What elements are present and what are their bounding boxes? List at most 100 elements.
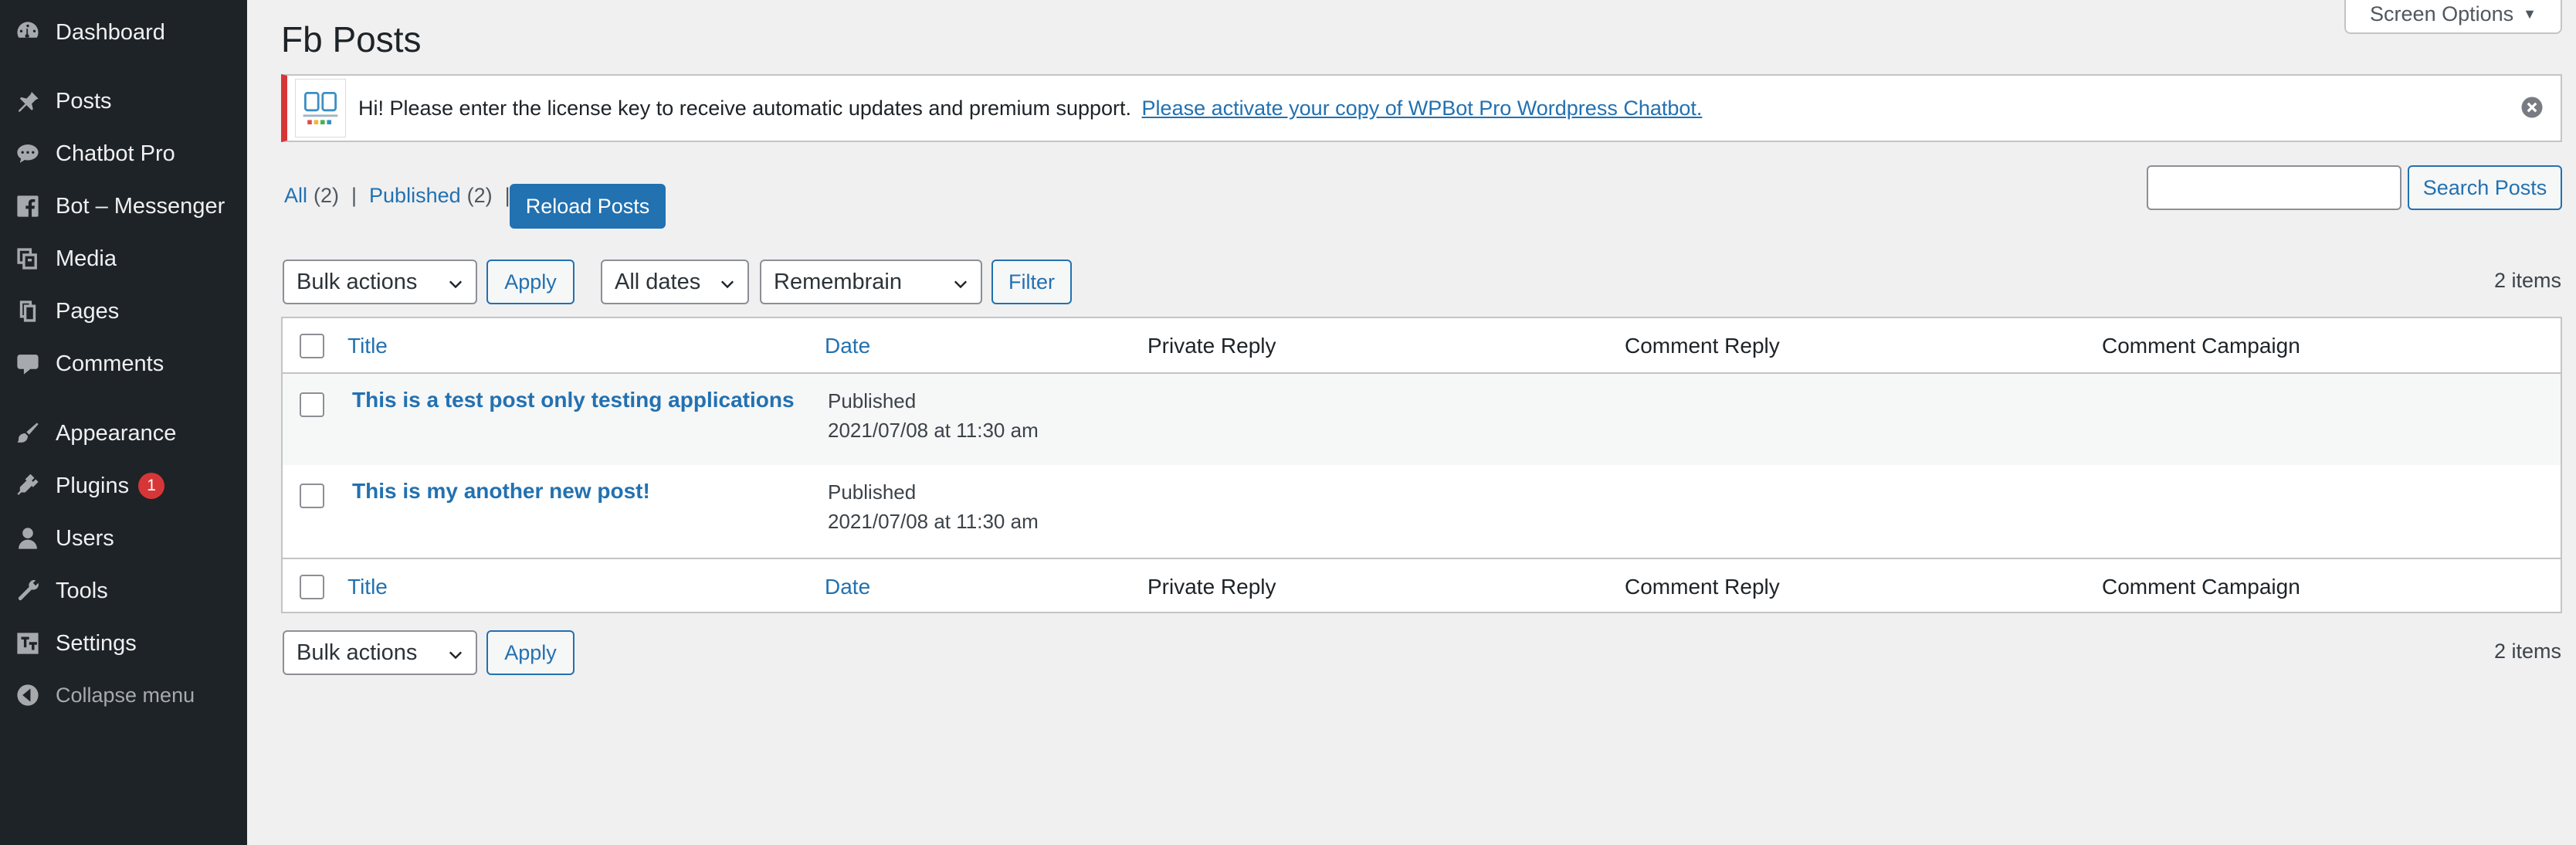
- table-row: This is a test post only testing applica…: [283, 374, 2561, 465]
- view-all-link[interactable]: All: [284, 184, 307, 208]
- column-comment-campaign: Comment Campaign: [2102, 334, 2300, 358]
- bulk-actions-value: Bulk actions: [297, 640, 418, 665]
- sidebar-item-label: Posts: [56, 88, 112, 114]
- column-private-reply-footer: Private Reply: [1147, 575, 1276, 599]
- select-all-checkbox[interactable]: [300, 334, 324, 358]
- update-count-badge: 1: [138, 473, 165, 499]
- settings-icon: [12, 628, 43, 659]
- post-date: 2021/07/08 at 11:30 am: [828, 419, 1039, 442]
- items-count-top: 2 items: [2494, 269, 2562, 292]
- search-posts-button[interactable]: Search Posts: [2408, 165, 2562, 210]
- sidebar-item-users[interactable]: Users: [0, 514, 247, 563]
- post-title-link[interactable]: This is a test post only testing applica…: [352, 388, 795, 412]
- column-date-sort[interactable]: Date: [825, 334, 870, 358]
- sidebar-item-plugins[interactable]: Plugins 1: [0, 461, 247, 511]
- column-title-sort-footer[interactable]: Title: [347, 575, 388, 599]
- dismiss-notice-icon[interactable]: [2519, 94, 2545, 120]
- sidebar-item-label: Media: [56, 246, 117, 271]
- view-published-count: (2): [466, 184, 493, 207]
- bulk-actions-value: Bulk actions: [297, 269, 418, 294]
- chevron-down-icon: [446, 274, 465, 293]
- view-published-link[interactable]: Published: [369, 184, 461, 208]
- wpbot-logo: [295, 79, 346, 137]
- chevron-down-icon: [718, 274, 737, 293]
- table-header-row: Title Date Private Reply Comment Reply C…: [283, 318, 2561, 374]
- speech-bubble-icon: [12, 138, 43, 169]
- post-status: Published: [828, 480, 917, 504]
- facebook-icon: [12, 191, 43, 222]
- post-title-link[interactable]: This is my another new post!: [352, 479, 650, 504]
- table-footer-row: Title Date Private Reply Comment Reply C…: [283, 558, 2561, 613]
- sidebar-item-pages[interactable]: Pages: [0, 287, 247, 336]
- items-count-bottom: 2 items: [2494, 640, 2562, 663]
- bulk-actions-select-bottom[interactable]: Bulk actions: [283, 630, 477, 675]
- screen-options-button[interactable]: Screen Options ▼: [2344, 0, 2562, 34]
- dashboard-icon: [12, 17, 43, 48]
- sidebar-item-label: Plugins: [56, 473, 130, 498]
- pushpin-icon: [12, 86, 43, 117]
- wrench-icon: [12, 575, 43, 606]
- license-notice: Hi! Please enter the license key to rece…: [281, 74, 2562, 142]
- admin-sidebar: Dashboard Posts Chatbot Pro Bot – Messen…: [0, 0, 247, 845]
- sidebar-item-comments[interactable]: Comments: [0, 339, 247, 389]
- sidebar-item-label: Chatbot Pro: [56, 141, 175, 166]
- comment-icon: [12, 348, 43, 379]
- sidebar-item-bot-messenger[interactable]: Bot – Messenger: [0, 182, 247, 231]
- sidebar-item-tools[interactable]: Tools: [0, 566, 247, 616]
- posts-table: Title Date Private Reply Comment Reply C…: [281, 317, 2562, 613]
- view-separator: |: [351, 184, 358, 207]
- post-status-filter: All (2) | Published (2) |: [284, 184, 523, 208]
- collapse-menu-label: Collapse menu: [56, 683, 195, 707]
- user-icon: [12, 523, 43, 554]
- search-input[interactable]: [2147, 165, 2401, 210]
- page-filter-select[interactable]: Remembrain: [760, 260, 982, 304]
- column-comment-reply: Comment Reply: [1625, 334, 1780, 358]
- plugin-icon: [12, 470, 43, 501]
- activate-license-link[interactable]: Please activate your copy of WPBot Pro W…: [1142, 97, 1703, 120]
- sidebar-item-label: Pages: [56, 298, 120, 324]
- sidebar-item-label: Bot – Messenger: [56, 193, 225, 219]
- paintbrush-icon: [12, 418, 43, 449]
- page-filter-value: Remembrain: [774, 269, 902, 294]
- sidebar-item-label: Tools: [56, 578, 108, 603]
- collapse-menu-button[interactable]: Collapse menu: [0, 670, 247, 720]
- column-comment-campaign-footer: Comment Campaign: [2102, 575, 2300, 599]
- row-checkbox[interactable]: [300, 484, 324, 508]
- page-title: Fb Posts: [281, 19, 422, 59]
- bulk-actions-select-top[interactable]: Bulk actions: [283, 260, 477, 304]
- table-row: This is my another new post! Published 2…: [283, 465, 2561, 558]
- row-checkbox[interactable]: [300, 392, 324, 417]
- filter-button[interactable]: Filter: [991, 260, 1072, 304]
- date-filter-select[interactable]: All dates: [601, 260, 749, 304]
- select-all-checkbox-footer[interactable]: [300, 575, 324, 599]
- pages-icon: [12, 296, 43, 327]
- reload-posts-button[interactable]: Reload Posts: [510, 184, 666, 229]
- post-date: 2021/07/08 at 11:30 am: [828, 510, 1039, 533]
- notice-message: Hi! Please enter the license key to rece…: [358, 97, 1702, 120]
- chevron-down-icon: [446, 645, 465, 663]
- column-title-sort[interactable]: Title: [347, 334, 388, 358]
- sidebar-item-label: Appearance: [56, 420, 177, 446]
- sidebar-item-posts[interactable]: Posts: [0, 76, 247, 126]
- column-date-sort-footer[interactable]: Date: [825, 575, 870, 599]
- apply-button-top[interactable]: Apply: [486, 260, 575, 304]
- sidebar-item-label: Settings: [56, 630, 137, 656]
- sidebar-item-chatbot-pro[interactable]: Chatbot Pro: [0, 129, 247, 178]
- sidebar-item-media[interactable]: Media: [0, 234, 247, 283]
- date-filter-value: All dates: [615, 269, 701, 294]
- column-private-reply: Private Reply: [1147, 334, 1276, 358]
- caret-down-icon: ▼: [2523, 5, 2537, 22]
- sidebar-item-dashboard[interactable]: Dashboard: [0, 8, 247, 57]
- column-comment-reply-footer: Comment Reply: [1625, 575, 1780, 599]
- screen-options-label: Screen Options: [2370, 2, 2514, 25]
- sidebar-item-label: Dashboard: [56, 19, 165, 45]
- chevron-down-icon: [951, 274, 970, 293]
- collapse-icon: [12, 680, 43, 711]
- apply-button-bottom[interactable]: Apply: [486, 630, 575, 675]
- media-icon: [12, 243, 43, 274]
- sidebar-item-appearance[interactable]: Appearance: [0, 409, 247, 458]
- view-all-count: (2): [314, 184, 340, 207]
- sidebar-item-label: Users: [56, 525, 114, 551]
- sidebar-item-label: Comments: [56, 351, 164, 376]
- sidebar-item-settings[interactable]: Settings: [0, 619, 247, 668]
